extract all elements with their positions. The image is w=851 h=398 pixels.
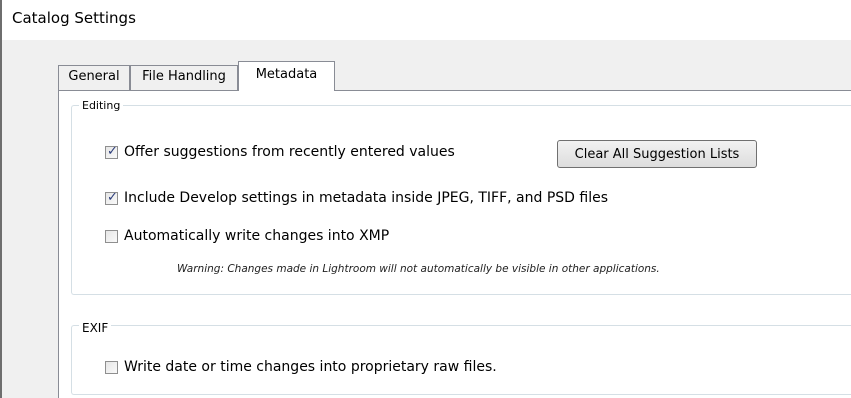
tab-metadata[interactable]: Metadata [238, 61, 335, 91]
metadata-panel: Editing ✓ Offer suggestions from recentl… [58, 90, 851, 398]
auto-write-xmp-row[interactable]: Automatically write changes into XMP [105, 228, 389, 244]
write-date-label: Write date or time changes into propriet… [124, 359, 497, 375]
checkmark-icon: ✓ [107, 143, 118, 159]
tab-general[interactable]: General [58, 65, 130, 90]
auto-write-xmp-label: Automatically write changes into XMP [124, 228, 390, 244]
include-develop-checkbox[interactable]: ✓ [105, 189, 118, 205]
offer-suggestions-label: Offer suggestions from recently entered … [124, 144, 455, 160]
exif-legend: EXIF [79, 321, 112, 335]
write-date-row[interactable]: Write date or time changes into propriet… [105, 359, 497, 375]
offer-suggestions-row[interactable]: ✓ Offer suggestions from recently entere… [105, 144, 455, 160]
offer-suggestions-checkbox[interactable]: ✓ [105, 143, 118, 159]
checkmark-icon: ✓ [107, 189, 118, 205]
window-title: Catalog Settings [12, 9, 136, 27]
title-bar[interactable]: Catalog Settings [2, 0, 851, 40]
warning-text: Warning: Changes made in Lightroom will … [177, 263, 660, 275]
include-develop-label: Include Develop settings in metadata ins… [124, 190, 609, 206]
dialog-body: General File Handling Metadata Editing ✓… [2, 40, 851, 398]
auto-write-xmp-checkbox[interactable] [105, 229, 118, 243]
include-develop-row[interactable]: ✓ Include Develop settings in metadata i… [105, 190, 608, 206]
tab-file-handling[interactable]: File Handling [130, 65, 238, 90]
clear-all-suggestion-lists-button[interactable]: Clear All Suggestion Lists [557, 140, 757, 168]
editing-legend: Editing [79, 99, 124, 112]
write-date-checkbox[interactable] [105, 360, 118, 374]
